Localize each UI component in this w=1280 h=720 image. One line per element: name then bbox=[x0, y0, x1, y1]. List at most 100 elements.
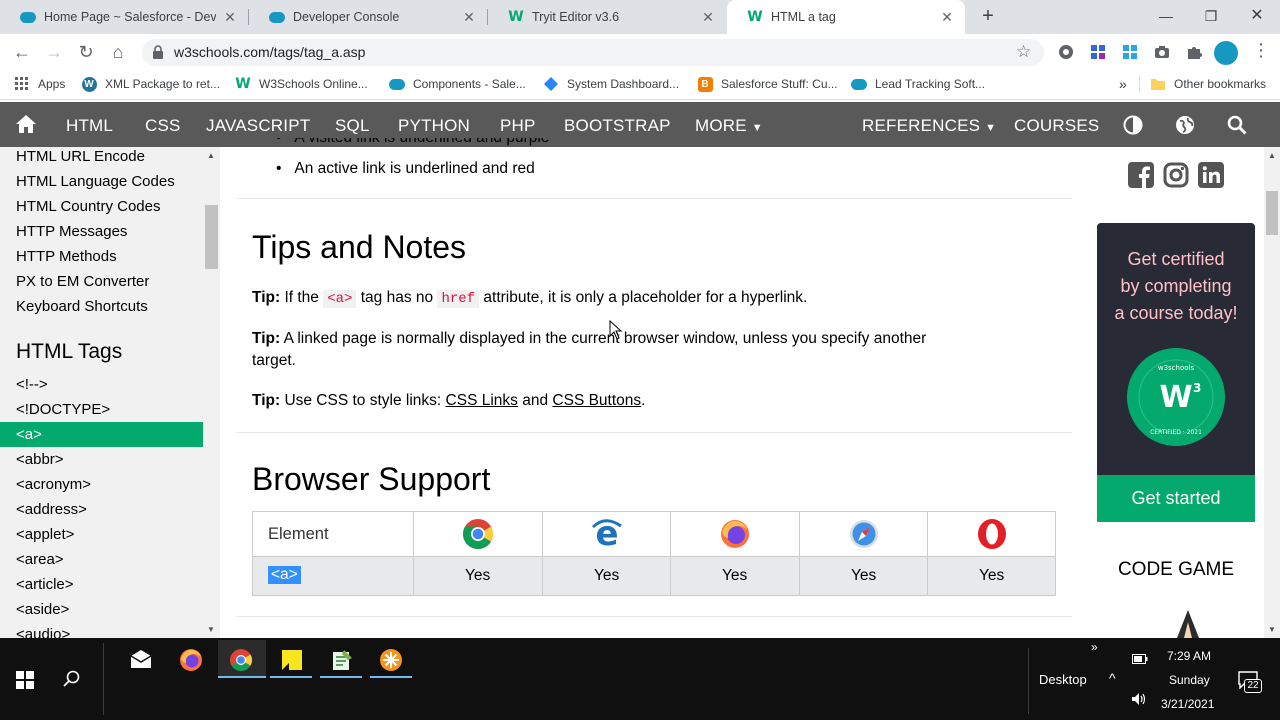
list-bullet: • An active link is underlined and red bbox=[276, 160, 535, 177]
volume-icon[interactable] bbox=[1131, 692, 1147, 706]
mail-icon[interactable] bbox=[129, 648, 153, 672]
globe-icon[interactable] bbox=[1175, 115, 1195, 135]
nav-html[interactable]: HTML bbox=[66, 102, 113, 147]
sidebar-link[interactable]: HTML Language Codes bbox=[16, 173, 175, 190]
sidebar-tag-link[interactable]: <audio> bbox=[16, 626, 70, 638]
restore-window-icon[interactable]: ❐ bbox=[1199, 4, 1223, 28]
badge-title: w3schools bbox=[1158, 364, 1195, 372]
sidebar-scrollbar-thumb[interactable] bbox=[205, 205, 218, 269]
sidebar-tag-link[interactable]: <abbr> bbox=[16, 451, 64, 468]
extensions-puzzle-icon[interactable] bbox=[1185, 43, 1203, 61]
minimize-window-icon[interactable]: — bbox=[1154, 4, 1178, 28]
other-bookmarks[interactable]: Other bookmarks bbox=[1150, 75, 1266, 93]
bookmark-components-salesforce[interactable]: Components - Sale... bbox=[389, 75, 526, 93]
nav-references[interactable]: REFERENCES ▼ bbox=[862, 102, 996, 147]
bookmark-apps[interactable]: Apps bbox=[14, 75, 65, 93]
bookmark-lead-tracking[interactable]: Lead Tracking Soft... bbox=[851, 75, 985, 93]
browser-menu-icon[interactable]: ⋮ bbox=[1252, 40, 1270, 61]
browser-tab-developer-console[interactable]: Developer Console ✕ bbox=[249, 0, 487, 34]
sidebar-tag-link[interactable]: <!--> bbox=[16, 376, 48, 393]
url-text[interactable]: w3schools.com/tags/tag_a.asp bbox=[174, 44, 365, 60]
close-tab-icon[interactable]: ✕ bbox=[222, 9, 238, 25]
browser-tab-tryit-editor[interactable]: W Tryit Editor v3.6 ✕ bbox=[488, 0, 726, 34]
sidebar-tag-link[interactable]: <area> bbox=[16, 551, 64, 568]
taskbar-overflow-chevron[interactable]: » bbox=[1091, 640, 1098, 654]
desktop-toolbar-label[interactable]: Desktop bbox=[1039, 672, 1087, 687]
clock-date[interactable]: 3/21/2021 bbox=[1161, 697, 1214, 711]
extension-windows-icon[interactable] bbox=[1121, 43, 1139, 61]
sticky-notes-icon[interactable] bbox=[280, 648, 304, 672]
sidebar-tag-link[interactable]: <aside> bbox=[16, 601, 69, 618]
sidebar-link[interactable]: PX to EM Converter bbox=[16, 273, 149, 290]
browser-tab-salesforce-home[interactable]: Home Page ~ Salesforce - Develo ✕ bbox=[0, 0, 248, 34]
back-button[interactable]: ← bbox=[10, 40, 34, 64]
linkedin-icon[interactable] bbox=[1198, 162, 1224, 188]
sidebar-link[interactable]: Keyboard Shortcuts bbox=[16, 298, 148, 315]
chrome-taskbar-icon[interactable] bbox=[229, 648, 253, 672]
instagram-icon[interactable] bbox=[1163, 162, 1189, 188]
get-started-button[interactable]: Get started bbox=[1097, 475, 1255, 522]
scroll-down-arrow-icon[interactable]: ▼ bbox=[1268, 625, 1276, 634]
bookmark-w3schools[interactable]: W W3Schools Online... bbox=[235, 75, 368, 93]
nav-css[interactable]: CSS bbox=[145, 102, 181, 147]
sidebar-link[interactable]: HTML URL Encode bbox=[16, 148, 145, 165]
nav-bootstrap[interactable]: BOOTSTRAP bbox=[564, 102, 671, 147]
battery-icon[interactable] bbox=[1132, 654, 1148, 664]
taskbar-search-icon[interactable] bbox=[63, 670, 81, 688]
page-scrollbar-thumb[interactable] bbox=[1266, 191, 1278, 235]
close-tab-icon[interactable]: ✕ bbox=[461, 9, 477, 25]
forward-button[interactable]: → bbox=[42, 40, 66, 64]
css-links-link[interactable]: CSS Links bbox=[446, 392, 518, 409]
scroll-up-arrow-icon[interactable]: ▲ bbox=[1268, 151, 1276, 160]
clock-time[interactable]: 7:29 AM bbox=[1167, 649, 1211, 663]
app-orange-icon[interactable] bbox=[379, 648, 403, 672]
new-tab-button[interactable]: + bbox=[976, 4, 1000, 28]
extension-circle-icon[interactable] bbox=[1057, 43, 1075, 61]
reload-button[interactable]: ↻ bbox=[74, 40, 98, 64]
nav-more[interactable]: MORE ▼ bbox=[695, 102, 763, 147]
clock-day[interactable]: Sunday bbox=[1169, 673, 1210, 687]
bookmark-system-dashboard[interactable]: System Dashboard... bbox=[543, 75, 679, 93]
windows-start-icon[interactable] bbox=[16, 671, 34, 689]
sidebar-tag-link[interactable]: <acronym> bbox=[16, 476, 91, 493]
tip-paragraph-3: Tip: Use CSS to style links: CSS Links a… bbox=[252, 392, 645, 410]
bookmark-xml-package[interactable]: W XML Package to ret... bbox=[81, 75, 220, 93]
extension-grid-icon[interactable] bbox=[1089, 43, 1107, 61]
sidebar-tag-link[interactable]: <article> bbox=[16, 576, 74, 593]
sidebar-tag-link-active[interactable]: <a> bbox=[16, 426, 42, 443]
close-tab-icon[interactable]: ✕ bbox=[939, 9, 955, 25]
sidebar-tag-link[interactable]: <applet> bbox=[16, 526, 74, 543]
contrast-icon[interactable] bbox=[1123, 115, 1143, 135]
bookmark-label: W3Schools Online... bbox=[259, 77, 368, 91]
home-button[interactable]: ⌂ bbox=[106, 40, 130, 64]
css-buttons-link[interactable]: CSS Buttons bbox=[552, 392, 641, 409]
sidebar-link[interactable]: HTML Country Codes bbox=[16, 198, 161, 215]
sidebar-tag-link[interactable]: <!DOCTYPE> bbox=[16, 401, 110, 418]
home-icon[interactable] bbox=[15, 114, 37, 134]
table-col-divider bbox=[670, 512, 671, 595]
profile-avatar[interactable] bbox=[1214, 41, 1238, 65]
bookmark-label: Components - Sale... bbox=[413, 77, 526, 91]
sidebar-link[interactable]: HTTP Methods bbox=[16, 248, 117, 265]
browser-tab-html-a-tag[interactable]: W HTML a tag ✕ bbox=[727, 0, 965, 34]
taskbar-divider bbox=[1028, 648, 1029, 714]
bookmark-star-icon[interactable]: ☆ bbox=[1016, 42, 1031, 62]
scroll-up-arrow-icon[interactable]: ▲ bbox=[207, 151, 215, 160]
promo-line: a course today! bbox=[1114, 303, 1238, 323]
notepad-plus-icon[interactable] bbox=[330, 648, 354, 672]
nav-courses[interactable]: COURSES bbox=[1014, 102, 1099, 147]
close-window-icon[interactable]: ✕ bbox=[1245, 4, 1269, 28]
scroll-down-arrow-icon[interactable]: ▼ bbox=[207, 625, 215, 634]
search-icon[interactable] bbox=[1227, 115, 1247, 135]
sidebar-link[interactable]: HTTP Messages bbox=[16, 223, 127, 240]
firefox-taskbar-icon[interactable] bbox=[179, 648, 203, 672]
camera-icon[interactable] bbox=[1153, 43, 1171, 61]
bookmark-salesforce-stuff[interactable]: B Salesforce Stuff: Cu... bbox=[697, 75, 838, 93]
bookmarks-overflow-button[interactable]: » bbox=[1119, 75, 1127, 93]
sidebar-tag-link[interactable]: <address> bbox=[16, 501, 87, 518]
lock-icon[interactable] bbox=[152, 45, 164, 59]
code-game-heading[interactable]: CODE GAME bbox=[1088, 559, 1264, 581]
facebook-icon[interactable] bbox=[1128, 162, 1154, 188]
close-tab-icon[interactable]: ✕ bbox=[700, 9, 716, 25]
show-hidden-icons-icon[interactable]: ^ bbox=[1109, 670, 1116, 686]
